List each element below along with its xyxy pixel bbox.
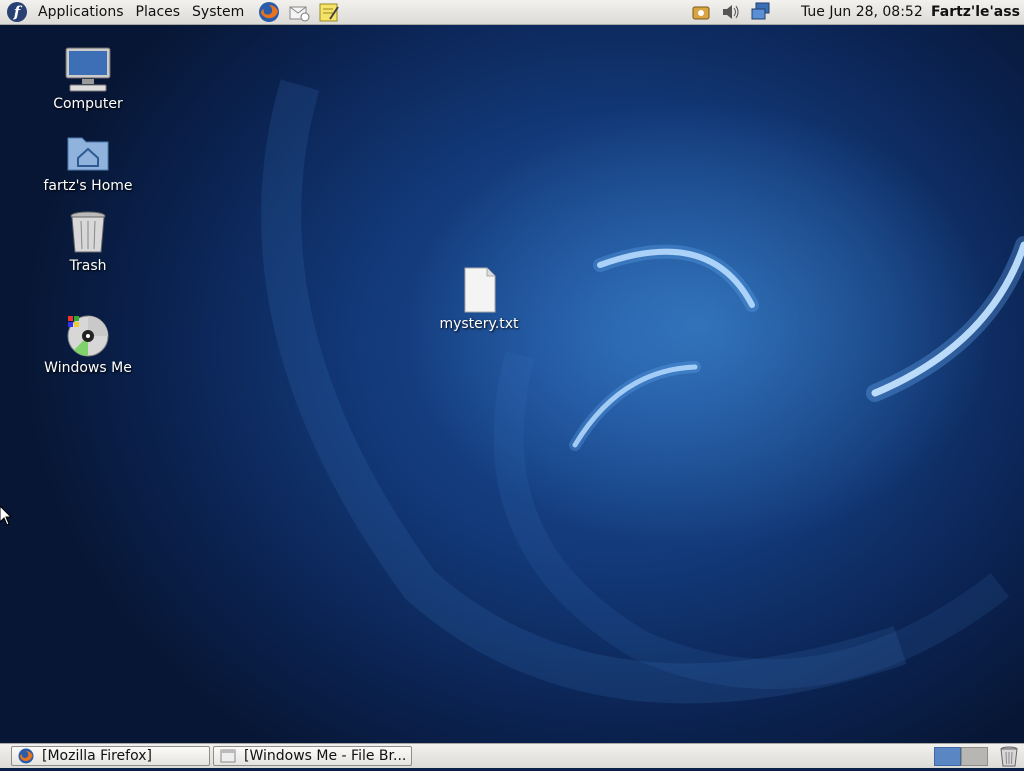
firefox-icon[interactable] (258, 1, 280, 23)
menu-system[interactable]: System (186, 0, 250, 25)
workspace-1[interactable] (934, 747, 961, 766)
volume-icon[interactable] (720, 1, 742, 23)
trash-icon (64, 208, 112, 256)
taskbar-button-firefox[interactable]: [Mozilla Firefox] (11, 746, 210, 766)
desktop-icon-label: Trash (69, 258, 107, 274)
desktop-icon-label: fartz's Home (43, 178, 133, 194)
desktop-icon-computer[interactable]: Computer (38, 46, 138, 112)
evolution-mail-icon[interactable] (288, 1, 310, 23)
text-file-icon (455, 266, 503, 314)
top-panel: f Applications Places System Tue Jun 28,… (0, 0, 1024, 25)
mouse-pointer-icon (0, 506, 12, 526)
desktop-icon-label: Windows Me (44, 360, 132, 376)
taskbar-button-file-browser[interactable]: [Windows Me - File Br... (213, 746, 412, 766)
home-folder-icon (64, 128, 112, 176)
update-notifier-icon[interactable] (690, 1, 712, 23)
workspace-2[interactable] (961, 747, 988, 766)
bottom-panel: [Mozilla Firefox] [Windows Me - File Br.… (0, 743, 1024, 768)
text-editor-icon[interactable] (318, 1, 340, 23)
computer-icon (64, 46, 112, 94)
file-browser-icon (220, 749, 236, 763)
taskbar-button-label: [Mozilla Firefox] (42, 748, 152, 764)
desktop-icon-windows-me[interactable]: Windows Me (38, 310, 138, 376)
wallpaper-swirl (261, 79, 1024, 704)
notification-area (686, 1, 776, 23)
network-icon[interactable] (750, 1, 772, 23)
firefox-icon (18, 748, 34, 764)
desktop-wallpaper[interactable] (0, 25, 1024, 743)
taskbar-button-label: [Windows Me - File Br... (244, 748, 407, 764)
menu-places[interactable]: Places (130, 0, 187, 25)
menu-applications[interactable]: Applications (32, 0, 130, 25)
fedora-logo-icon[interactable]: f (6, 1, 28, 23)
trash-applet-icon[interactable] (998, 745, 1020, 767)
user-switcher[interactable]: Fartz'le'ass (931, 0, 1020, 25)
desktop-icon-mystery-txt[interactable]: mystery.txt (429, 266, 529, 332)
desktop-icon-label: Computer (53, 96, 123, 112)
desktop-icon-home[interactable]: fartz's Home (38, 128, 138, 194)
cd-disc-icon (64, 310, 112, 358)
clock[interactable]: Tue Jun 28, 08:52 (801, 0, 923, 25)
desktop-icon-trash[interactable]: Trash (38, 208, 138, 274)
desktop-icon-label: mystery.txt (439, 316, 519, 332)
